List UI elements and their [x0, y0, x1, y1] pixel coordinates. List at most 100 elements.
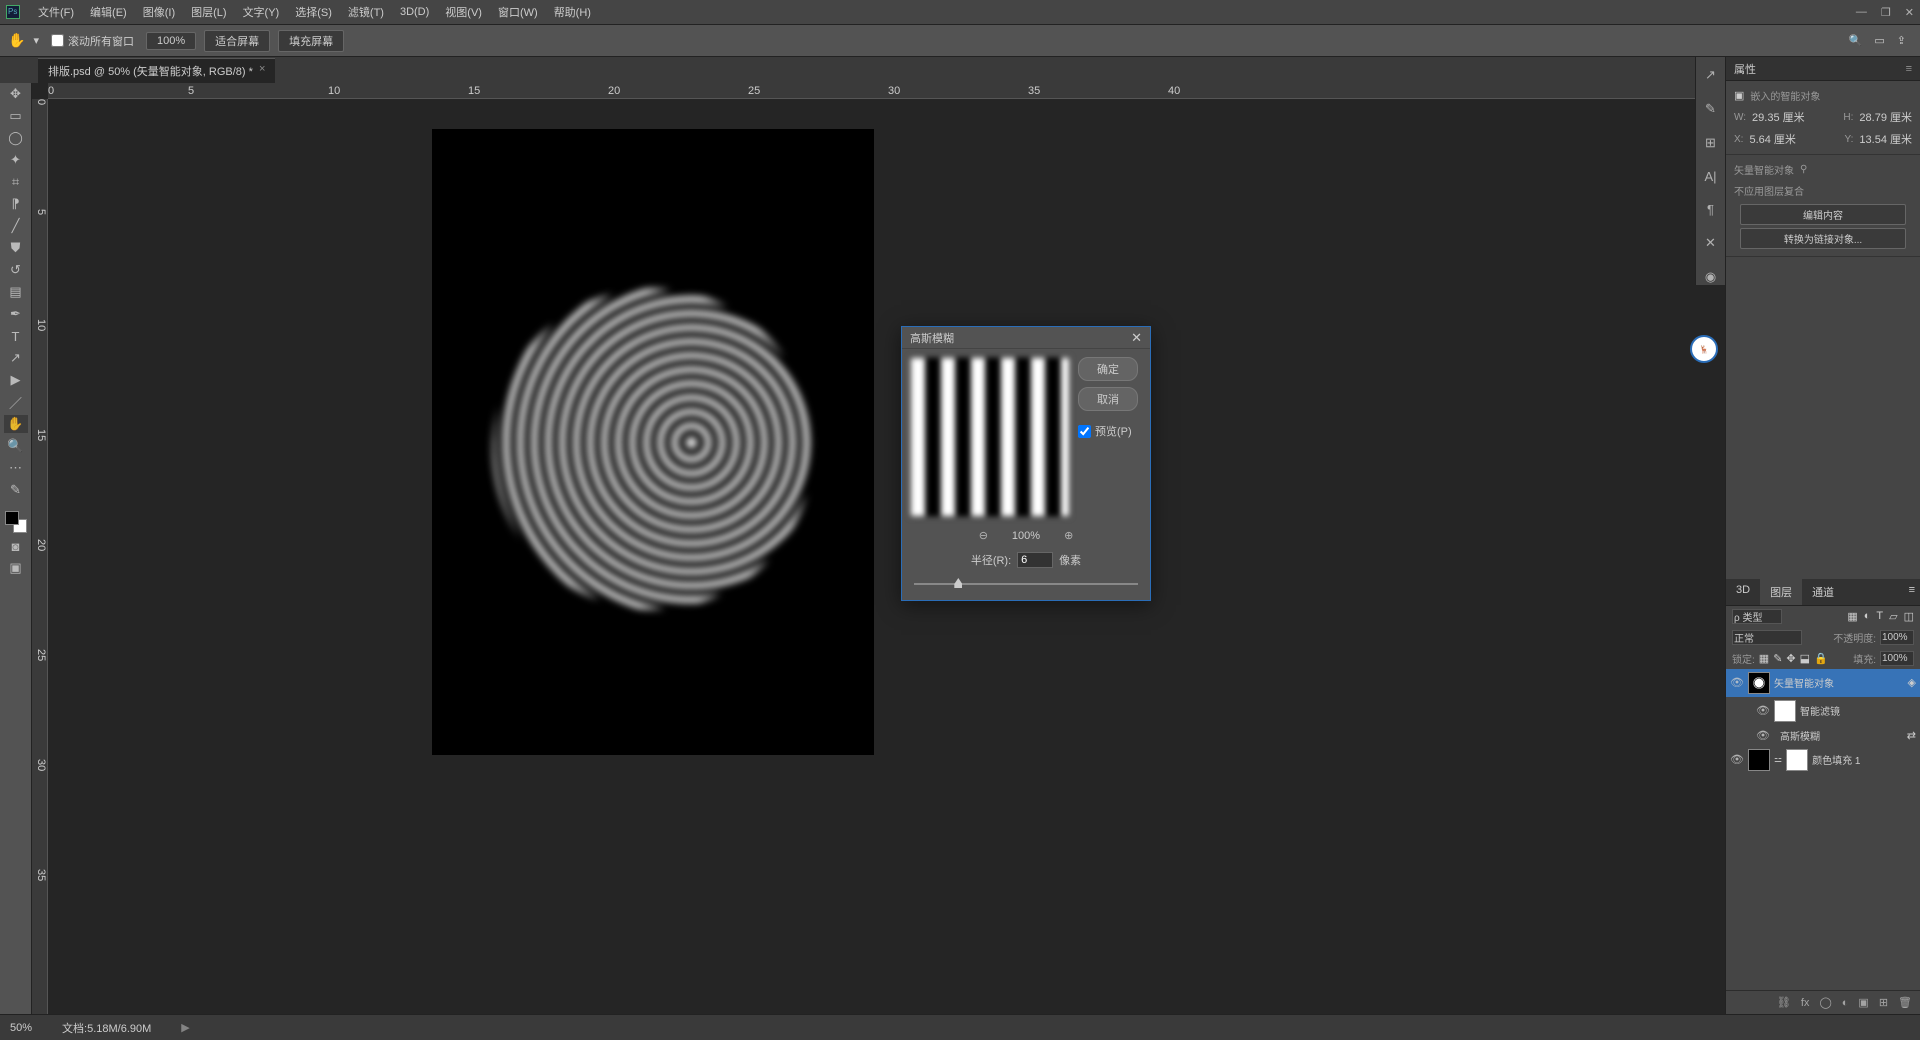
lock-nest-icon[interactable]: ⬓: [1800, 652, 1810, 665]
convert-link-button[interactable]: 转换为链接对象...: [1740, 228, 1906, 249]
lock-all-icon[interactable]: 🔒: [1814, 652, 1828, 665]
menu-image[interactable]: 图像(I): [135, 4, 183, 20]
radius-slider[interactable]: [914, 576, 1138, 592]
mask-thumb[interactable]: [1786, 749, 1808, 771]
mask-mode[interactable]: ◙: [4, 537, 28, 555]
menu-select[interactable]: 选择(S): [287, 4, 340, 20]
gradient-tool[interactable]: ▤: [4, 283, 28, 301]
cancel-button[interactable]: 取消: [1078, 387, 1138, 411]
layer-row-smartobject[interactable]: 👁 矢量智能对象 ◈: [1726, 669, 1920, 697]
status-doc[interactable]: 文档:5.18M/6.90M: [62, 1020, 151, 1036]
visibility-toggle[interactable]: 👁: [1730, 676, 1744, 689]
shape-tool[interactable]: ▶: [4, 371, 28, 389]
menu-view[interactable]: 视图(V): [437, 4, 490, 20]
group-icon[interactable]: ▣: [1858, 996, 1868, 1009]
menu-window[interactable]: 窗口(W): [490, 4, 546, 20]
panel-menu-icon[interactable]: ≡: [1906, 63, 1912, 75]
blend-mode-select[interactable]: [1732, 630, 1802, 645]
stamp-tool[interactable]: ⛊: [4, 239, 28, 257]
layer-row-colorfill[interactable]: 👁 ⚍ 颜色填充 1: [1726, 746, 1920, 774]
blur-preview[interactable]: [910, 357, 1070, 517]
zoom-out-icon[interactable]: ⊖: [979, 529, 988, 542]
link-layers-icon[interactable]: ⛓: [1777, 996, 1791, 1009]
layers-menu-icon[interactable]: ≡: [1904, 579, 1920, 605]
type-tool[interactable]: T: [4, 327, 28, 345]
maximize-icon[interactable]: ❐: [1881, 6, 1891, 19]
x-value[interactable]: 5.64 厘米: [1749, 131, 1795, 147]
preview-checkbox[interactable]: 预览(P): [1078, 423, 1138, 439]
lock-paint-icon[interactable]: ✎: [1773, 652, 1782, 665]
adjustment-icon[interactable]: ◐: [1842, 997, 1849, 1009]
hand-tool[interactable]: ✋: [4, 415, 28, 433]
zoom-100-button[interactable]: 100%: [146, 32, 196, 50]
brush-tool[interactable]: ╱: [4, 217, 28, 235]
menu-layer[interactable]: 图层(L): [183, 4, 234, 20]
close-dialog-icon[interactable]: ✕: [1131, 330, 1142, 346]
char-panel-icon[interactable]: A|: [1704, 169, 1716, 184]
tab-layers[interactable]: 图层: [1760, 579, 1802, 605]
fill-input[interactable]: [1880, 651, 1914, 666]
status-zoom[interactable]: 50%: [10, 1022, 32, 1034]
history-brush-tool[interactable]: ↺: [4, 261, 28, 279]
filter-adjust-icon[interactable]: ◐: [1864, 610, 1871, 623]
document-tab[interactable]: 排版.psd @ 50% (矢量智能对象, RGB/8) * ×: [38, 58, 275, 83]
dialog-titlebar[interactable]: 高斯模糊 ✕: [902, 327, 1150, 349]
scroll-all-checkbox[interactable]: 滚动所有窗口: [47, 33, 138, 49]
minimize-icon[interactable]: —: [1856, 6, 1867, 19]
new-layer-icon[interactable]: ⊞: [1879, 996, 1888, 1009]
visibility-toggle[interactable]: 👁: [1730, 753, 1744, 766]
layer-thumb[interactable]: [1748, 749, 1770, 771]
menu-help[interactable]: 帮助(H): [546, 4, 599, 20]
delete-icon[interactable]: 🗑: [1898, 996, 1912, 1009]
close-window-icon[interactable]: ✕: [1905, 6, 1914, 19]
radius-input[interactable]: [1017, 552, 1053, 568]
lasso-tool[interactable]: ◯: [4, 129, 28, 147]
filter-type-icon[interactable]: T: [1876, 610, 1883, 623]
crop-tool[interactable]: ⌗: [4, 173, 28, 191]
layer-row-smartfilters[interactable]: 👁 智能滤镜: [1726, 697, 1920, 725]
ok-button[interactable]: 确定: [1078, 357, 1138, 381]
zoom-tool[interactable]: 🔍: [4, 437, 28, 455]
height-value[interactable]: 28.79 厘米: [1859, 109, 1912, 125]
status-arrow-icon[interactable]: ▶: [181, 1021, 189, 1034]
menu-3d[interactable]: 3D(D): [392, 6, 437, 18]
swatches-panel-icon[interactable]: ⊞: [1705, 135, 1716, 151]
tab-3d[interactable]: 3D: [1726, 579, 1760, 605]
menu-filter[interactable]: 滤镜(T): [340, 4, 392, 20]
filter-mask-thumb[interactable]: [1774, 700, 1796, 722]
share-icon[interactable]: ⇪: [1897, 34, 1906, 47]
adjust-panel-icon[interactable]: ✕: [1705, 235, 1716, 251]
filter-smart-icon[interactable]: ◫: [1904, 610, 1914, 623]
search-icon[interactable]: 🔍: [1849, 34, 1863, 47]
menu-edit[interactable]: 编辑(E): [82, 4, 135, 20]
brush-panel-icon[interactable]: ✎: [1705, 101, 1716, 117]
fx-icon[interactable]: fx: [1801, 997, 1810, 1009]
path-tool[interactable]: ↗: [4, 349, 28, 367]
para-panel-icon[interactable]: ¶: [1707, 202, 1714, 217]
y-value[interactable]: 13.54 厘米: [1859, 131, 1912, 147]
more-tools[interactable]: ⋯: [4, 459, 28, 477]
lock-trans-icon[interactable]: ▦: [1759, 652, 1769, 665]
edit-contents-button[interactable]: 编辑内容: [1740, 204, 1906, 225]
move-tool[interactable]: ✥: [4, 85, 28, 103]
history-panel-icon[interactable]: ↗: [1705, 67, 1716, 83]
eyedropper-tool[interactable]: ⁋: [4, 195, 28, 213]
canvas[interactable]: [432, 129, 874, 755]
width-value[interactable]: 29.35 厘米: [1752, 109, 1805, 125]
opacity-input[interactable]: [1880, 630, 1914, 645]
pen-tool[interactable]: ✒: [4, 305, 28, 323]
workspace-icon[interactable]: ▭: [1874, 34, 1884, 47]
visibility-toggle[interactable]: 👁: [1756, 729, 1770, 742]
filter-options-icon[interactable]: ⇄: [1907, 729, 1916, 742]
cloud-panel-icon[interactable]: ◉: [1705, 269, 1716, 285]
fill-screen-button[interactable]: 填充屏幕: [278, 30, 344, 52]
fit-screen-button[interactable]: 适合屏幕: [204, 30, 270, 52]
tab-channels[interactable]: 通道: [1802, 579, 1844, 605]
mask-icon[interactable]: ◯: [1819, 996, 1831, 1009]
marquee-tool[interactable]: ▭: [4, 107, 28, 125]
edit-toolbar[interactable]: ✎: [4, 481, 28, 499]
visibility-toggle[interactable]: 👁: [1756, 704, 1770, 717]
chevron-down-icon[interactable]: ▾: [33, 34, 39, 47]
wand-tool[interactable]: ✦: [4, 151, 28, 169]
line-tool[interactable]: ／: [4, 393, 28, 411]
